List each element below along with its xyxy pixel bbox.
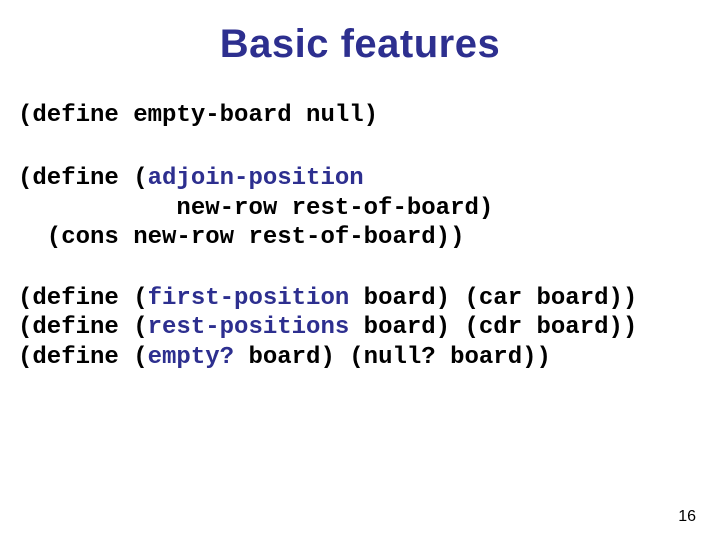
slide: Basic features (define empty-board null)… [0,0,720,540]
code-line: (define empty-board null) [18,102,378,129]
code-text: board) (car board)) [349,285,637,312]
code-text: (define ( [18,285,148,312]
code-text: board) (cdr board)) [349,314,637,341]
function-name: rest-positions [148,314,350,341]
code-text: board) (null? board)) [234,344,551,371]
code-text: (define ( [18,344,148,371]
function-name: adjoin-position [148,165,364,192]
code-block-1: (define empty-board null) [18,101,702,130]
code-line: (cons new-row rest-of-board)) [18,224,464,251]
code-block-3: (define (first-position board) (car boar… [18,284,702,372]
slide-title: Basic features [0,0,720,73]
code-text: (define ( [18,165,148,192]
code-line: new-row rest-of-board) [18,195,493,222]
function-name: first-position [148,285,350,312]
code-block-2: (define (adjoin-position new-row rest-of… [18,164,702,252]
code-text: (define ( [18,314,148,341]
function-name: empty? [148,344,234,371]
code-area: (define empty-board null) (define (adjoi… [0,73,720,372]
page-number: 16 [678,508,696,526]
